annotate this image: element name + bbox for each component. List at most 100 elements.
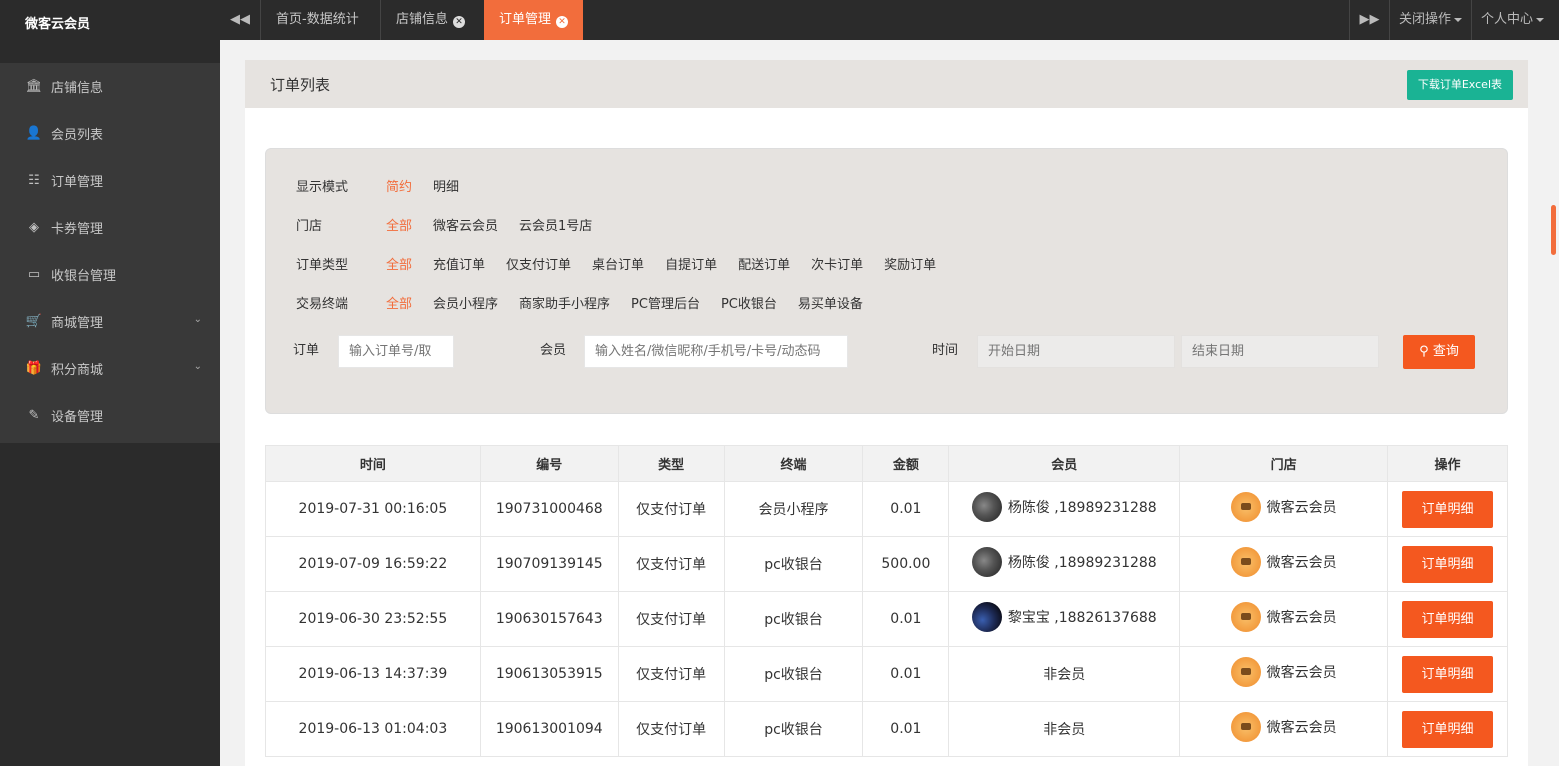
brand-title: 微客云会员	[0, 0, 220, 50]
cell-store: 微客云会员	[1179, 481, 1388, 537]
order-search-input[interactable]	[338, 335, 454, 368]
cell-member: 非会员	[948, 646, 1181, 702]
order-detail-button[interactable]: 订单明细	[1401, 600, 1493, 638]
filter-option[interactable]: 全部	[386, 256, 412, 276]
cell-action: 订单明细	[1386, 481, 1509, 537]
filter-label: 订单类型	[296, 258, 349, 273]
filter-option[interactable]: 简约	[386, 178, 412, 198]
sidebar-item-label: 卡券管理	[51, 222, 104, 237]
close-icon[interactable]: ✕	[453, 16, 466, 28]
filter-option[interactable]: 充值订单	[433, 256, 485, 276]
page-scrollbar[interactable]	[1548, 40, 1559, 766]
tab-0[interactable]: 首页-数据统计	[260, 0, 374, 40]
member-search-label: 会员	[540, 343, 567, 358]
store-name: 微客云会员	[1266, 610, 1337, 626]
store-info: 微客云会员	[1230, 492, 1337, 522]
store-info: 微客云会员	[1230, 547, 1337, 577]
cell-id: 190731000468	[479, 481, 619, 537]
member-name: 杨陈俊 ,18989231288	[1007, 500, 1157, 516]
avatar	[971, 492, 1002, 522]
query-button[interactable]: ⚲ 查询	[1403, 335, 1475, 369]
member-info: 黎宝宝 ,18826137688	[971, 602, 1157, 632]
filter-option[interactable]: 微客云会员	[433, 217, 498, 237]
profile-label: 个人中心	[1480, 12, 1533, 27]
filter-option[interactable]: PC管理后台	[631, 295, 700, 315]
filter-option[interactable]: 全部	[386, 217, 412, 237]
search-icon: ⚲	[1419, 344, 1429, 359]
scrollbar-thumb[interactable]	[1551, 205, 1556, 255]
sidebar-item-2[interactable]: ☷ 订单管理	[0, 157, 220, 204]
filter-option[interactable]: 仅支付订单	[506, 256, 571, 276]
bank-icon: 🏛	[25, 79, 43, 94]
chevron-down-icon: ⌄	[193, 314, 202, 325]
filter-option[interactable]: PC收银台	[721, 295, 777, 315]
cell-type: 仅支付订单	[617, 591, 725, 647]
member-name: 黎宝宝 ,18826137688	[1007, 610, 1157, 626]
sidebar-item-4[interactable]: ▭ 收银台管理	[0, 251, 220, 298]
profile-menu[interactable]: 个人中心	[1471, 0, 1553, 40]
cell-time: 2019-06-13 14:37:39	[265, 646, 481, 702]
scroll-right-icon[interactable]: ▶▶	[1349, 0, 1389, 40]
order-detail-button[interactable]: 订单明细	[1401, 545, 1493, 583]
cell-member: 非会员	[948, 701, 1181, 757]
filter-option[interactable]: 自提订单	[665, 256, 717, 276]
tag-icon: ◈	[29, 220, 39, 235]
filter-option[interactable]: 明细	[433, 178, 459, 198]
member-search-input[interactable]	[584, 335, 848, 368]
filter-label: 显示模式	[296, 180, 349, 195]
cell-terminal: pc收银台	[723, 646, 864, 702]
cell-action: 订单明细	[1386, 536, 1509, 592]
start-date-input[interactable]	[977, 335, 1175, 368]
filter-option[interactable]: 商家助手小程序	[519, 295, 610, 315]
filter-option[interactable]: 全部	[386, 295, 412, 315]
filter-option[interactable]: 奖励订单	[884, 256, 936, 276]
cell-id: 190613001094	[479, 701, 619, 757]
filter-option[interactable]: 会员小程序	[433, 295, 498, 315]
cell-terminal: pc收银台	[723, 591, 864, 647]
filter-option[interactable]: 云会员1号店	[519, 217, 592, 237]
tab-label: 店铺信息	[396, 12, 449, 27]
sidebar-item-label: 商城管理	[51, 316, 104, 331]
filter-option[interactable]: 配送订单	[738, 256, 790, 276]
member-info: 非会员	[1043, 664, 1085, 684]
download-excel-button[interactable]: 下载订单Excel表	[1406, 70, 1513, 100]
store-name: 微客云会员	[1266, 500, 1337, 516]
scroll-left-icon[interactable]: ◀◀	[220, 0, 260, 40]
sidebar-item-5[interactable]: 🛒 商城管理 ⌄	[0, 298, 220, 345]
table-row: 2019-07-31 00:16:05 190731000468 仅支付订单 会员小程…	[265, 481, 1509, 537]
chevron-down-icon	[1454, 17, 1462, 22]
store-name: 微客云会员	[1266, 555, 1337, 571]
order-detail-button[interactable]: 订单明细	[1401, 710, 1493, 748]
close-icon[interactable]: ✕	[556, 16, 569, 28]
sidebar-item-0[interactable]: 🏛 店铺信息	[0, 63, 220, 110]
sidebar-menu: 🏛 店铺信息 👤 会员列表 ☷ 订单管理 ◈ 卡券管理 ▭ 收银台管理 🛒 商城管理 ⌄ 🎁 积分商城 ⌄ ✎ 设…	[0, 63, 220, 443]
sidebar: 微客云会员 🏛 店铺信息 👤 会员列表 ☷ 订单管理 ◈ 卡券管理 ▭ 收银台管理 🛒 商城管理 ⌄ 🎁 积…	[0, 0, 220, 766]
cell-store: 微客云会员	[1179, 701, 1388, 757]
column-header: 门店	[1179, 445, 1388, 482]
cell-action: 订单明细	[1386, 646, 1509, 702]
store-logo	[1230, 657, 1261, 687]
filter-option[interactable]: 易买单设备	[798, 295, 863, 315]
order-detail-button[interactable]: 订单明细	[1401, 655, 1493, 693]
filter-terminal: 交易终端 全部 会员小程序 商家助手小程序 PC管理后台 PC收银台 易买单设备	[296, 295, 884, 315]
list-icon: ☷	[28, 173, 40, 188]
sidebar-item-1[interactable]: 👤 会员列表	[0, 110, 220, 157]
tab-1[interactable]: 店铺信息 ✕	[380, 0, 480, 40]
order-detail-button[interactable]: 订单明细	[1401, 490, 1493, 528]
store-logo	[1230, 492, 1261, 522]
cell-member: 杨陈俊 ,18989231288	[948, 536, 1181, 592]
filter-option[interactable]: 桌台订单	[592, 256, 644, 276]
tab-2[interactable]: 订单管理 ✕	[484, 0, 584, 40]
sidebar-item-3[interactable]: ◈ 卡券管理	[0, 204, 220, 251]
orders-table: 时间 编号 类型 终端 金额 会员 门店 操作 2019-07-31 00:16:05 1907…	[265, 445, 1509, 757]
close-ops-menu[interactable]: 关闭操作	[1389, 0, 1471, 40]
order-list-panel: 订单列表 下载订单Excel表 显示模式 简约 明细 门店 全部 微客云会员 云会员1号店…	[245, 60, 1528, 766]
cell-store: 微客云会员	[1179, 536, 1388, 592]
sidebar-item-label: 会员列表	[51, 128, 104, 143]
filter-option[interactable]: 次卡订单	[811, 256, 863, 276]
filter-display-mode: 显示模式 简约 明细	[296, 178, 480, 198]
sidebar-item-label: 订单管理	[51, 175, 104, 190]
sidebar-item-7[interactable]: ✎ 设备管理	[0, 392, 220, 439]
sidebar-item-6[interactable]: 🎁 积分商城 ⌄	[0, 345, 220, 392]
end-date-input[interactable]	[1181, 335, 1379, 368]
